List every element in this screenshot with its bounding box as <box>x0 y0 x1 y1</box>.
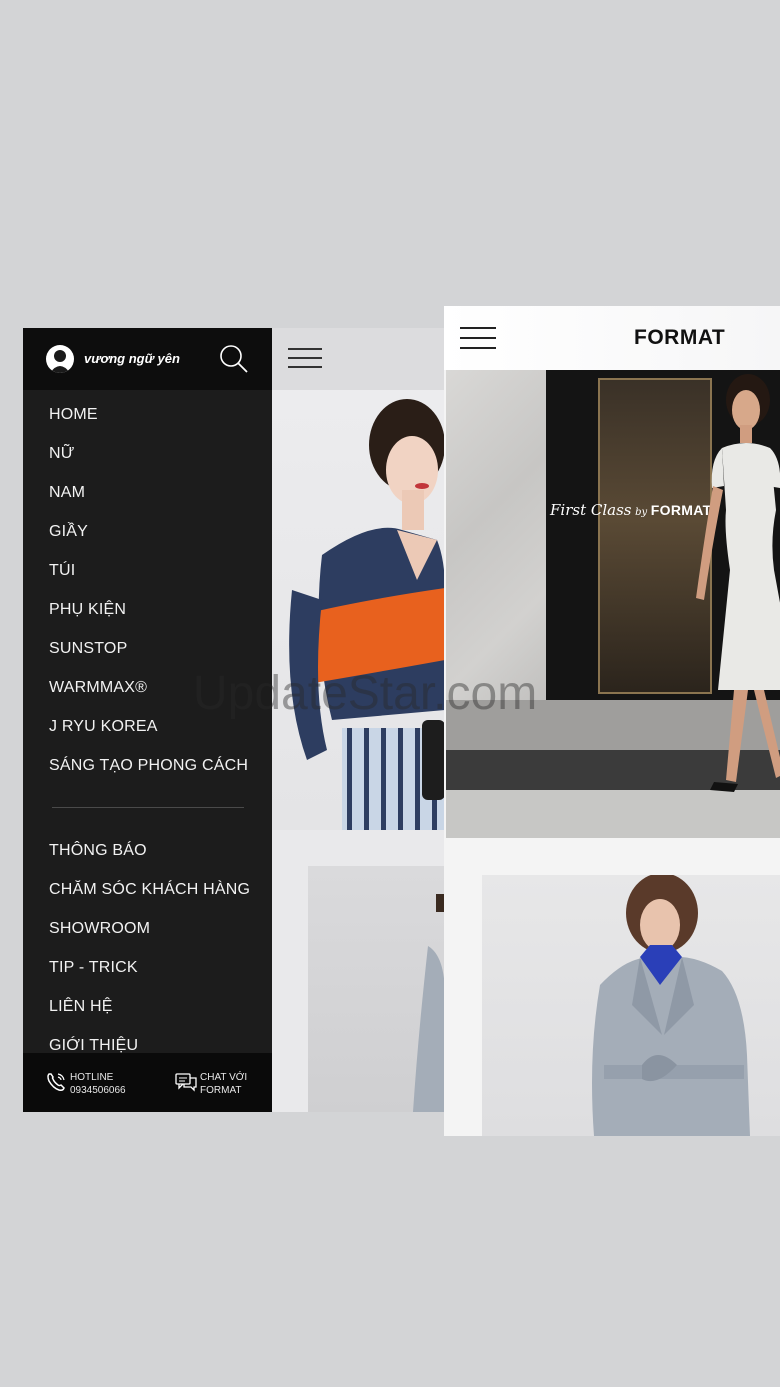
menu-item-accessories[interactable]: PHỤ KIỆN <box>23 590 272 629</box>
product-photo-grey-coat[interactable] <box>482 875 780 1136</box>
product-photo-grey-coat-partial[interactable] <box>308 866 445 1112</box>
menu-item-men[interactable]: NAM <box>23 473 272 512</box>
product-photo-striped-top[interactable] <box>272 390 445 830</box>
chat-icon <box>175 1071 197 1093</box>
chat-label-line1: CHAT VỚI <box>200 1072 248 1083</box>
hotline-text: HOTLINE 0934506066 <box>70 1071 126 1097</box>
hotline-label: HOTLINE <box>70 1072 114 1083</box>
coat-illustration <box>413 894 445 1112</box>
menu-item-notifications[interactable]: THÔNG BÁO <box>23 831 272 870</box>
menu-item-warmmax[interactable]: WARMMAX® <box>23 668 272 707</box>
menu-item-customer-care[interactable]: CHĂM SÓC KHÁCH HÀNG <box>23 870 272 909</box>
search-icon[interactable] <box>218 343 250 375</box>
menu-item-showroom[interactable]: SHOWROOM <box>23 909 272 948</box>
hamburger-icon[interactable] <box>288 348 322 370</box>
menu-item-j-ryu-korea[interactable]: J RYU KOREA <box>23 707 272 746</box>
menu-item-contact[interactable]: LIÊN HỆ <box>23 987 272 1026</box>
menu-item-women[interactable]: NỮ <box>23 434 272 473</box>
hero-banner[interactable]: First Class by FORMAT <box>446 370 780 838</box>
coat-model-illustration <box>592 875 750 1136</box>
hero-model-illustration <box>696 374 780 792</box>
chat-button[interactable]: CHAT VỚI FORMAT <box>175 1069 265 1099</box>
menu-item-bags[interactable]: TÚI <box>23 551 272 590</box>
menu-footer: HOTLINE 0934506066 CHAT VỚI FORMAT <box>23 1053 272 1112</box>
secondary-menu: THÔNG BÁO CHĂM SÓC KHÁCH HÀNG SHOWROOM T… <box>23 831 272 1065</box>
menu-item-shoes[interactable]: GIẦY <box>23 512 272 551</box>
menu-header: vương ngữ yên <box>23 328 272 390</box>
chat-text: CHAT VỚI FORMAT <box>200 1071 247 1097</box>
menu-item-style-creation[interactable]: SÁNG TẠO PHONG CÁCH <box>23 746 272 785</box>
model-illustration <box>289 399 445 830</box>
left-screenshot: vương ngữ yên HOME NỮ NAM GIẦY TÚI PHỤ K… <box>23 328 445 1112</box>
app-header: FORMAT <box>444 306 780 370</box>
tagline-script: First Class <box>550 501 632 519</box>
menu-item-home[interactable]: HOME <box>23 395 272 434</box>
tagline-by: by <box>635 507 648 518</box>
brand-logo[interactable]: FORMAT <box>634 326 725 350</box>
user-name[interactable]: vương ngữ yên <box>84 351 180 366</box>
menu-item-sunstop[interactable]: SUNSTOP <box>23 629 272 668</box>
phone-icon <box>45 1071 67 1093</box>
chat-label-line2: FORMAT <box>200 1085 242 1096</box>
side-menu-panel: vương ngữ yên HOME NỮ NAM GIẦY TÚI PHỤ K… <box>23 328 272 1112</box>
menu-divider <box>52 807 244 808</box>
primary-menu: HOME NỮ NAM GIẦY TÚI PHỤ KIỆN SUNSTOP WA… <box>23 395 272 785</box>
user-silhouette-icon[interactable] <box>46 345 74 373</box>
menu-item-tip-trick[interactable]: TIP - TRICK <box>23 948 272 987</box>
hotline-button[interactable]: HOTLINE 0934506066 <box>45 1069 145 1099</box>
hamburger-icon[interactable] <box>460 327 496 349</box>
marble-wall <box>446 370 546 730</box>
right-screenshot: FORMAT First Class by FORMAT <box>444 306 780 1136</box>
hotline-number: 0934506066 <box>70 1085 126 1096</box>
